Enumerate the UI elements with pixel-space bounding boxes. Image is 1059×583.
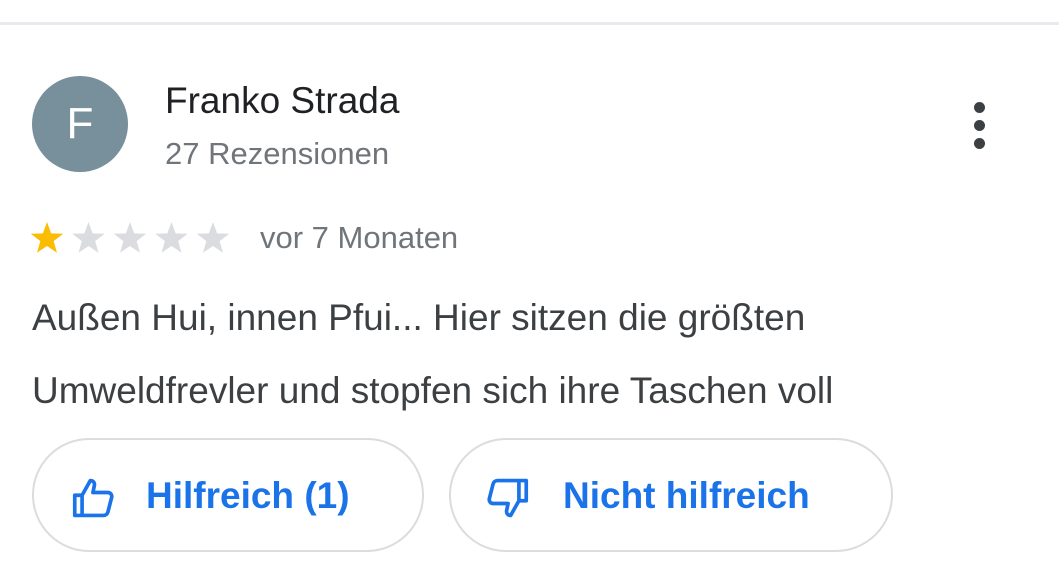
avatar[interactable]: F: [32, 76, 128, 172]
author-review-count: 27 Rezensionen: [165, 136, 390, 171]
helpful-button-label: Hilfreich (1): [146, 475, 350, 516]
review-date: vor 7 Monaten: [260, 220, 459, 255]
star-rating: [30, 222, 230, 253]
star-empty-icon: [196, 222, 230, 253]
review-text: Außen Hui, innen Pfui... Hier sitzen die…: [32, 297, 834, 411]
more-options-button[interactable]: [955, 98, 1005, 152]
author-name[interactable]: Franko Strada: [165, 81, 399, 121]
star-empty-icon: [113, 222, 147, 253]
not-helpful-button-label: Nicht hilfreich: [563, 475, 810, 516]
thumbs-up-icon: [72, 478, 114, 518]
review-card: F Franko Strada 27 Rezensionen vor 7 Mon…: [0, 25, 1059, 583]
star-empty-icon: [72, 222, 105, 253]
star-empty-icon: [155, 222, 188, 253]
avatar-initial: F: [66, 99, 94, 148]
star-filled-icon: [30, 222, 64, 253]
helpful-button[interactable]: Hilfreich (1): [32, 438, 424, 552]
not-helpful-button[interactable]: Nicht hilfreich: [449, 438, 893, 552]
thumbs-down-icon: [487, 478, 529, 518]
